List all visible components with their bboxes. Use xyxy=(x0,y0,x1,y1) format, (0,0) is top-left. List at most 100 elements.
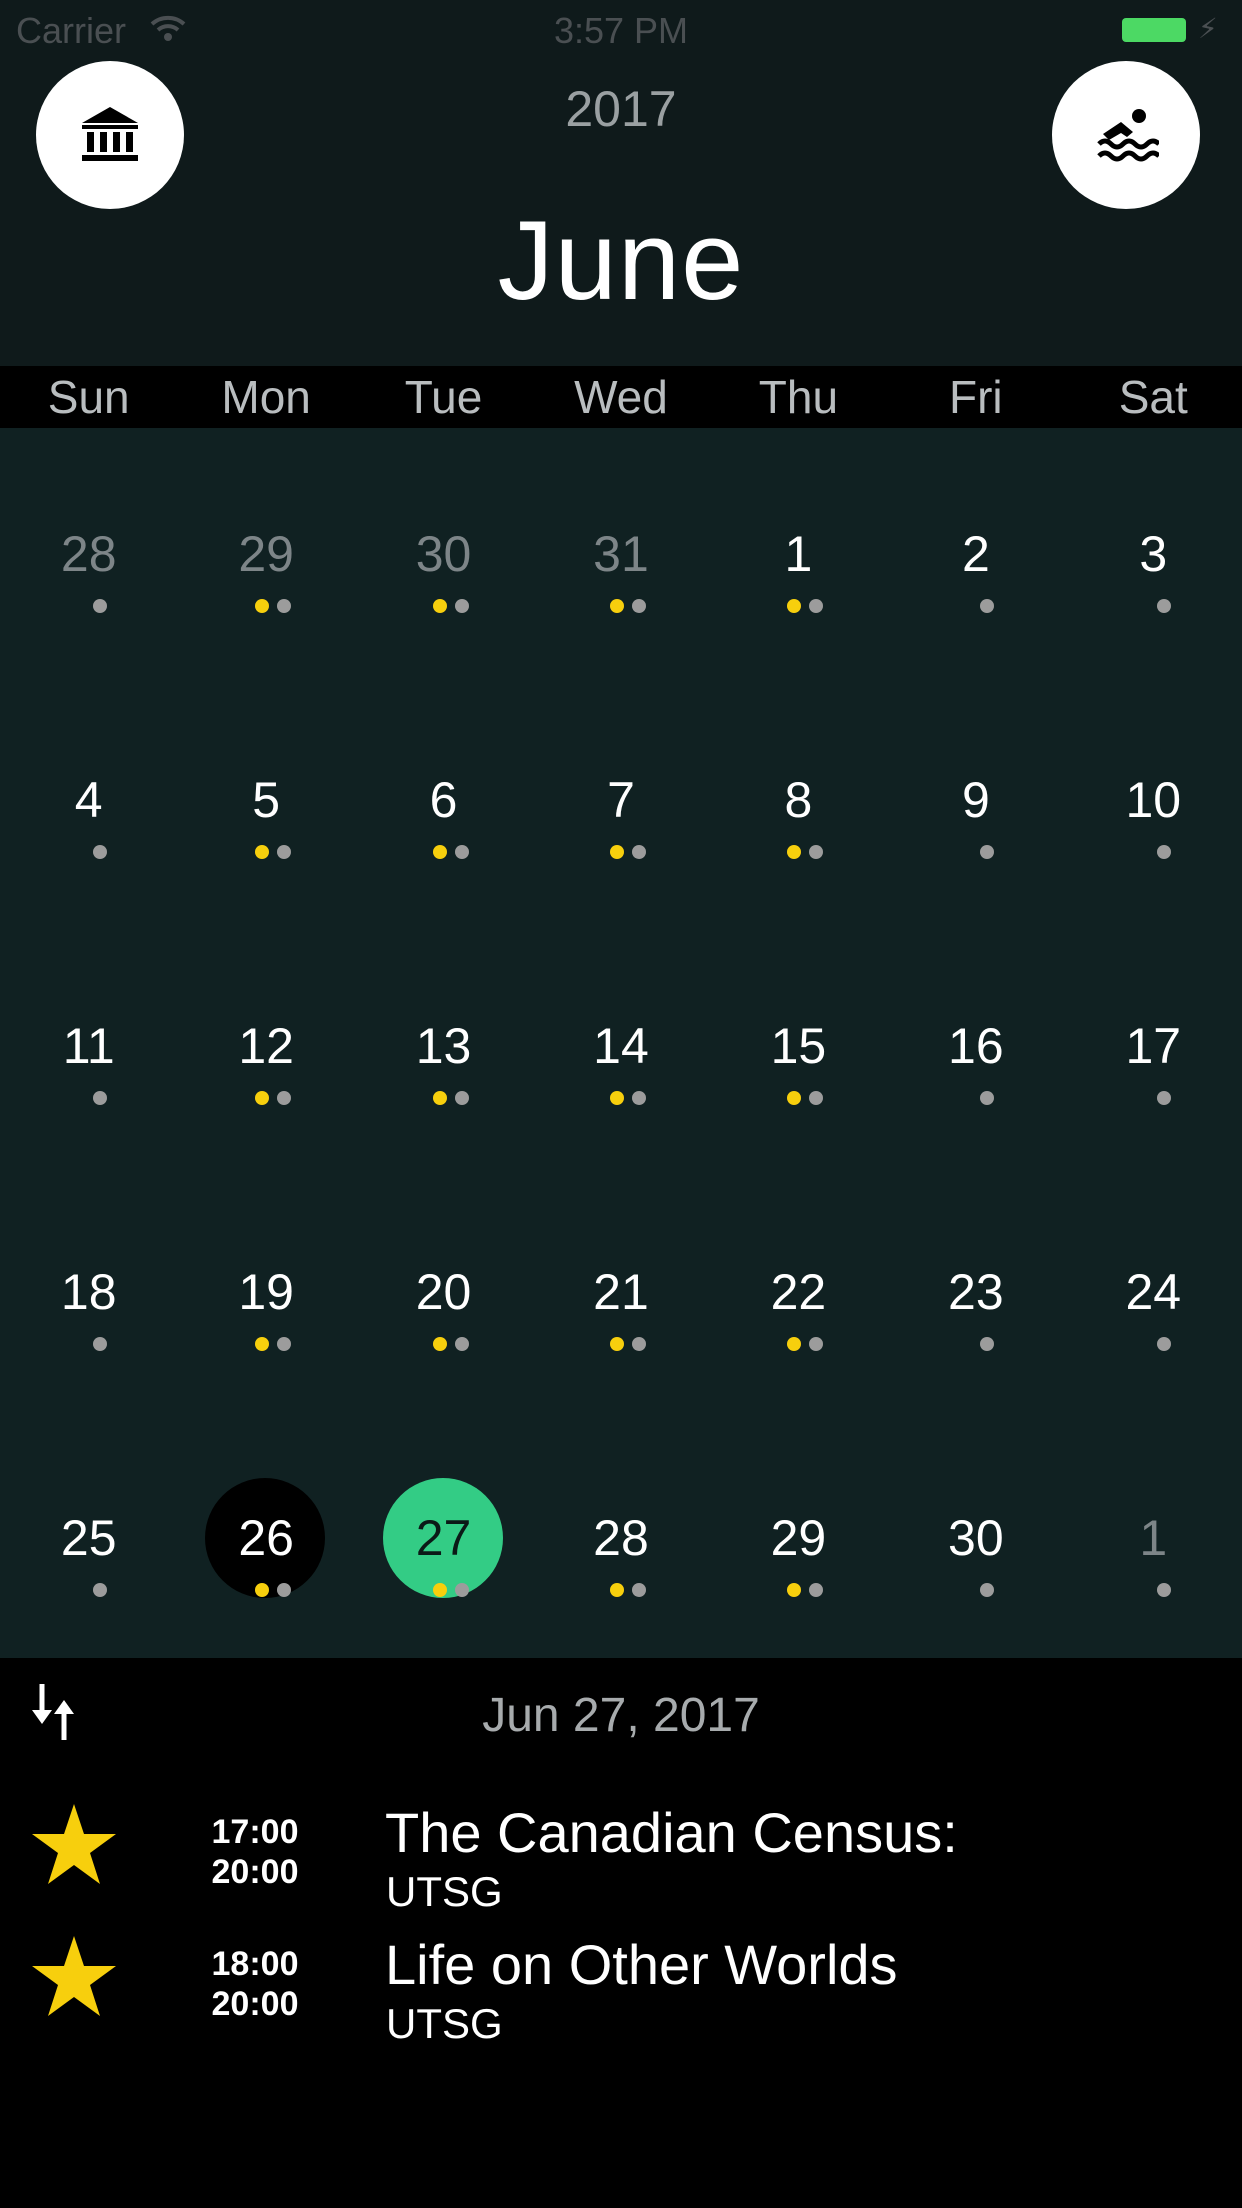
event-dot xyxy=(809,845,824,859)
calendar-day[interactable]: 16 xyxy=(887,920,1064,1166)
event-indicators xyxy=(355,599,532,613)
calendar-day[interactable]: 17 xyxy=(1065,920,1242,1166)
starred-event-dot xyxy=(787,599,802,613)
event-indicators xyxy=(710,1337,887,1351)
calendar-day[interactable]: 2 xyxy=(887,428,1064,674)
event-times: 18:00 20:00 xyxy=(200,1944,310,2024)
calendar-day[interactable]: 10 xyxy=(1065,674,1242,920)
calendar-day[interactable]: 23 xyxy=(887,1166,1064,1412)
event-indicators xyxy=(532,1583,709,1597)
event-indicators xyxy=(532,845,709,859)
calendar-day[interactable]: 21 xyxy=(532,1166,709,1412)
selected-date-label: Jun 27, 2017 xyxy=(482,1689,760,1742)
star-icon[interactable] xyxy=(30,1934,118,2018)
starred-event-dot xyxy=(787,1337,802,1351)
event-dot xyxy=(631,1337,646,1351)
event-indicators xyxy=(710,845,887,859)
day-number: 29 xyxy=(770,1510,827,1566)
starred-event-dot xyxy=(255,845,270,859)
weekday-tue: Tue xyxy=(404,371,483,423)
calendar-day[interactable]: 30 xyxy=(355,428,532,674)
event-dot xyxy=(277,599,292,613)
event-dot xyxy=(1157,845,1172,859)
calendar-day[interactable]: 1 xyxy=(710,428,887,674)
event-dot xyxy=(631,845,646,859)
calendar-day[interactable]: 6 xyxy=(355,674,532,920)
calendar-day[interactable]: 12 xyxy=(177,920,354,1166)
event-indicators xyxy=(0,845,177,859)
calendar-day[interactable]: 8 xyxy=(710,674,887,920)
calendar-day[interactable]: 20 xyxy=(355,1166,532,1412)
calendar-day[interactable]: 7 xyxy=(532,674,709,920)
day-number: 29 xyxy=(238,526,294,582)
calendar-day[interactable]: 28 xyxy=(532,1412,709,1658)
day-number: 30 xyxy=(948,1510,1004,1566)
calendar-day[interactable]: 31 xyxy=(532,428,709,674)
calendar-week: 11 12 13 14 15 16 17 xyxy=(0,920,1242,1166)
event-indicators xyxy=(887,599,1064,613)
calendar-day[interactable]: 15 xyxy=(710,920,887,1166)
event-indicators xyxy=(532,1091,709,1105)
calendar-day[interactable]: 24 xyxy=(1065,1166,1242,1412)
day-number: 24 xyxy=(1125,1264,1182,1320)
starred-event-dot xyxy=(255,1091,270,1105)
event-indicators xyxy=(1065,1337,1242,1351)
event-row[interactable]: 18:00 20:00 Life on Other Worlds UTSG xyxy=(0,1908,1242,2047)
day-number: 11 xyxy=(62,1018,115,1074)
calendar-day[interactable]: 27 xyxy=(355,1412,532,1658)
event-dot xyxy=(277,1091,292,1105)
calendar-day[interactable]: 13 xyxy=(355,920,532,1166)
calendar-day[interactable]: 22 xyxy=(710,1166,887,1412)
calendar-day[interactable]: 5 xyxy=(177,674,354,920)
event-indicators xyxy=(355,1091,532,1105)
calendar-day[interactable]: 11 xyxy=(0,920,177,1166)
day-number: 2 xyxy=(961,526,990,582)
event-dot xyxy=(454,845,469,859)
weekday-thu: Thu xyxy=(758,371,839,423)
weekday-mon: Mon xyxy=(221,371,311,423)
star-icon[interactable] xyxy=(30,1802,118,1886)
event-indicators xyxy=(355,845,532,859)
calendar-day[interactable]: 1 xyxy=(1065,1412,1242,1658)
event-dot xyxy=(92,845,107,859)
event-row[interactable]: 17:00 20:00 The Canadian Census: UTSG xyxy=(0,1776,1242,1915)
event-dot xyxy=(277,1583,292,1597)
event-times: 17:00 20:00 xyxy=(200,1812,310,1892)
calendar-day[interactable]: 19 xyxy=(177,1166,354,1412)
day-number: 12 xyxy=(238,1018,294,1074)
day-number: 6 xyxy=(429,772,458,828)
day-number: 27 xyxy=(415,1510,472,1566)
day-number: 14 xyxy=(593,1018,649,1074)
event-dot xyxy=(454,1091,469,1105)
event-end-time: 20:00 xyxy=(211,1985,299,2023)
calendar-day[interactable]: 3 xyxy=(1065,428,1242,674)
day-number: 10 xyxy=(1125,772,1182,828)
charging-bolt-icon: ⚡ xyxy=(1198,13,1218,44)
calendar-day[interactable]: 29 xyxy=(177,428,354,674)
event-indicators xyxy=(887,845,1064,859)
starred-event-dot xyxy=(787,1583,802,1597)
event-indicators xyxy=(0,1337,177,1351)
day-number: 1 xyxy=(1139,1510,1168,1566)
day-number: 3 xyxy=(1139,526,1168,582)
starred-event-dot xyxy=(609,1337,624,1351)
calendar-day[interactable]: 18 xyxy=(0,1166,177,1412)
calendar-day[interactable]: 25 xyxy=(0,1412,177,1658)
event-indicators xyxy=(710,1583,887,1597)
calendar-day[interactable]: 14 xyxy=(532,920,709,1166)
calendar-day[interactable]: 4 xyxy=(0,674,177,920)
event-dot xyxy=(454,599,469,613)
pool-button[interactable] xyxy=(1052,61,1200,209)
day-number: 26 xyxy=(238,1510,294,1566)
calendar-day[interactable]: 9 xyxy=(887,674,1064,920)
event-indicators xyxy=(1065,1091,1242,1105)
event-start-time: 17:00 xyxy=(211,1813,299,1851)
calendar-day[interactable]: 29 xyxy=(710,1412,887,1658)
calendar-day[interactable]: 28 xyxy=(0,428,177,674)
event-dot xyxy=(454,1337,469,1351)
calendar-day[interactable]: 30 xyxy=(887,1412,1064,1658)
event-dot xyxy=(979,1091,994,1105)
event-indicators xyxy=(1065,1583,1242,1597)
calendar-day[interactable]: 26 xyxy=(177,1412,354,1658)
starred-event-dot xyxy=(609,1583,624,1597)
